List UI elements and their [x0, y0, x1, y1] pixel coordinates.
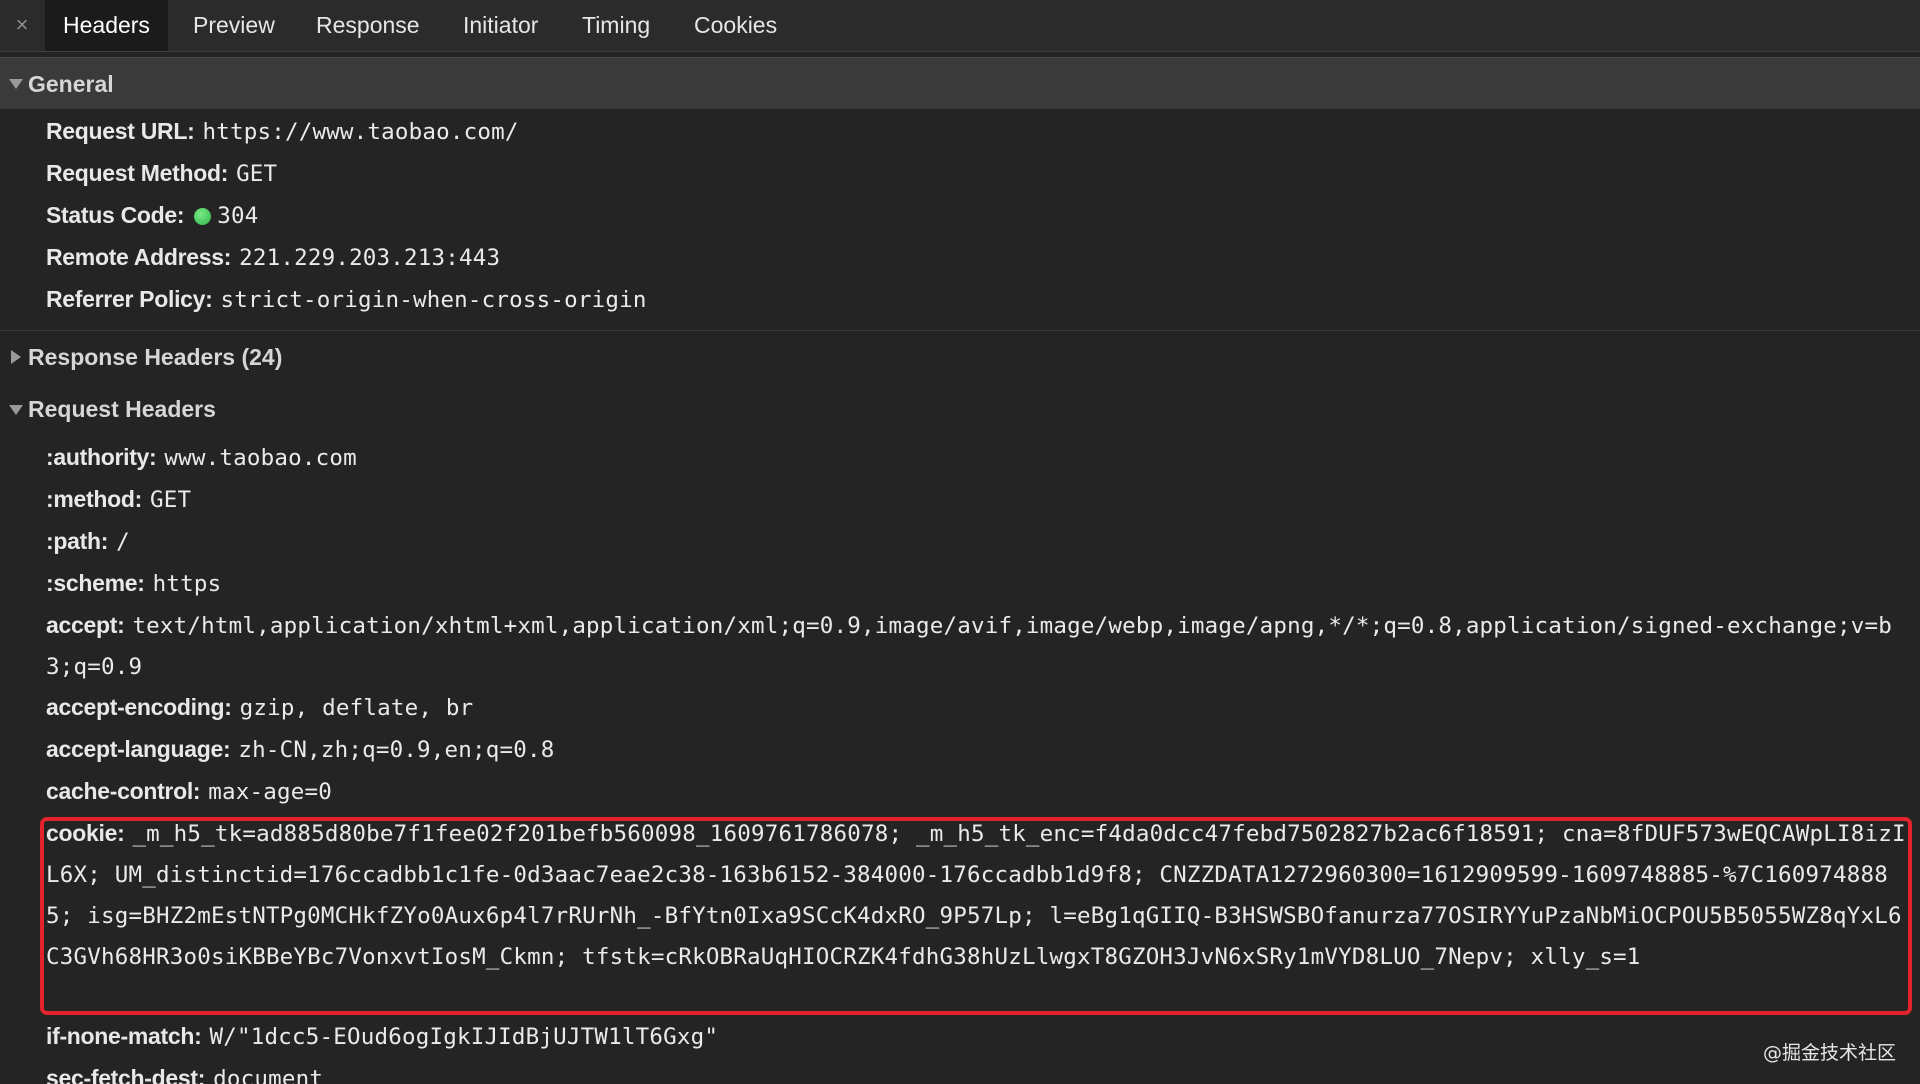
request-header-accept-row: accept: text/html,application/xhtml+xml,a… [46, 605, 1912, 687]
status-code-value[interactable]: 304 [217, 203, 258, 229]
collapse-triangle-icon [9, 79, 23, 89]
collapse-triangle-icon [9, 405, 23, 415]
status-code-key: Status Code: [46, 202, 185, 228]
tab-bar: × Headers Preview Response Initiator Tim… [0, 0, 1920, 52]
request-url-key: Request URL: [46, 118, 195, 144]
method-value[interactable]: GET [150, 487, 191, 513]
general-remote-address-row: Remote Address: 221.229.203.213:443 [46, 237, 1912, 278]
tab-timing[interactable]: Timing [564, 0, 668, 51]
general-section-header[interactable]: General [0, 57, 1920, 109]
request-header-if-none-match-row: if-none-match: W/"1dcc5-EOud6ogIgkIJIdBjU… [46, 1016, 1912, 1057]
request-headers-section-header[interactable]: Request Headers [0, 386, 1920, 432]
accept-language-value[interactable]: zh-CN,zh;q=0.9,en;q=0.8 [238, 737, 554, 763]
request-header-cache-control-row: cache-control: max-age=0 [46, 771, 1912, 812]
general-request-url-row: Request URL: https://www.taobao.com/ [46, 111, 1912, 152]
sec-fetch-dest-key: sec-fetch-dest: [46, 1065, 206, 1084]
watermark-text: @掘金技术社区 [1762, 1042, 1896, 1064]
cookie-highlight-box [40, 817, 1912, 1015]
referrer-policy-value[interactable]: strict-origin-when-cross-origin [221, 287, 647, 313]
cache-control-key: cache-control: [46, 778, 201, 804]
cache-control-value[interactable]: max-age=0 [208, 779, 332, 805]
request-header-path-row: :path: / [46, 521, 1912, 562]
tab-initiator[interactable]: Initiator [445, 0, 556, 51]
tab-cookies[interactable]: Cookies [676, 0, 795, 51]
request-method-value[interactable]: GET [236, 161, 277, 187]
authority-value[interactable]: www.taobao.com [164, 445, 356, 471]
path-value[interactable]: / [116, 529, 130, 555]
request-header-accept-language-row: accept-language: zh-CN,zh;q=0.9,en;q=0.8 [46, 729, 1912, 770]
remote-address-key: Remote Address: [46, 244, 232, 270]
request-method-key: Request Method: [46, 160, 229, 186]
request-url-value[interactable]: https://www.taobao.com/ [202, 119, 518, 145]
scheme-key: :scheme: [46, 570, 145, 596]
response-headers-title: Response Headers (24) [28, 344, 283, 370]
request-header-accept-encoding-row: accept-encoding: gzip, deflate, br [46, 687, 1912, 728]
authority-key: :authority: [46, 444, 157, 470]
expand-triangle-icon [11, 350, 21, 364]
accept-encoding-value[interactable]: gzip, deflate, br [240, 695, 474, 721]
scheme-value[interactable]: https [153, 571, 222, 597]
accept-language-key: accept-language: [46, 736, 231, 762]
accept-encoding-key: accept-encoding: [46, 694, 232, 720]
accept-key: accept: [46, 612, 125, 638]
if-none-match-value[interactable]: W/"1dcc5-EOud6ogIgkIJIdBjUJTW1lT6Gxg" [210, 1024, 719, 1050]
request-header-sec-fetch-dest-row: sec-fetch-dest: document [46, 1058, 1912, 1084]
general-request-method-row: Request Method: GET [46, 153, 1912, 194]
devtools-network-headers-panel: × Headers Preview Response Initiator Tim… [0, 0, 1920, 1084]
general-status-code-row: Status Code: 304 [46, 195, 1912, 236]
remote-address-value[interactable]: 221.229.203.213:443 [239, 245, 500, 271]
path-key: :path: [46, 528, 109, 554]
request-header-scheme-row: :scheme: https [46, 563, 1912, 604]
if-none-match-key: if-none-match: [46, 1023, 202, 1049]
general-referrer-policy-row: Referrer Policy: strict-origin-when-cross… [46, 279, 1912, 320]
general-section-title: General [28, 71, 114, 97]
tab-preview[interactable]: Preview [175, 0, 293, 51]
request-header-authority-row: :authority: www.taobao.com [46, 437, 1912, 478]
tab-response[interactable]: Response [298, 0, 438, 51]
request-headers-title: Request Headers [28, 396, 216, 422]
request-header-method-row: :method: GET [46, 479, 1912, 520]
accept-value[interactable]: text/html,application/xhtml+xml,applicat… [46, 613, 1892, 680]
close-icon[interactable]: × [12, 12, 32, 38]
response-headers-section-header[interactable]: Response Headers (24) [0, 334, 1920, 380]
method-key: :method: [46, 486, 142, 512]
sec-fetch-dest-value[interactable]: document [213, 1066, 323, 1084]
referrer-policy-key: Referrer Policy: [46, 286, 213, 312]
status-ok-dot-icon [194, 208, 212, 225]
section-divider [0, 330, 1920, 331]
tab-headers[interactable]: Headers [45, 0, 168, 51]
